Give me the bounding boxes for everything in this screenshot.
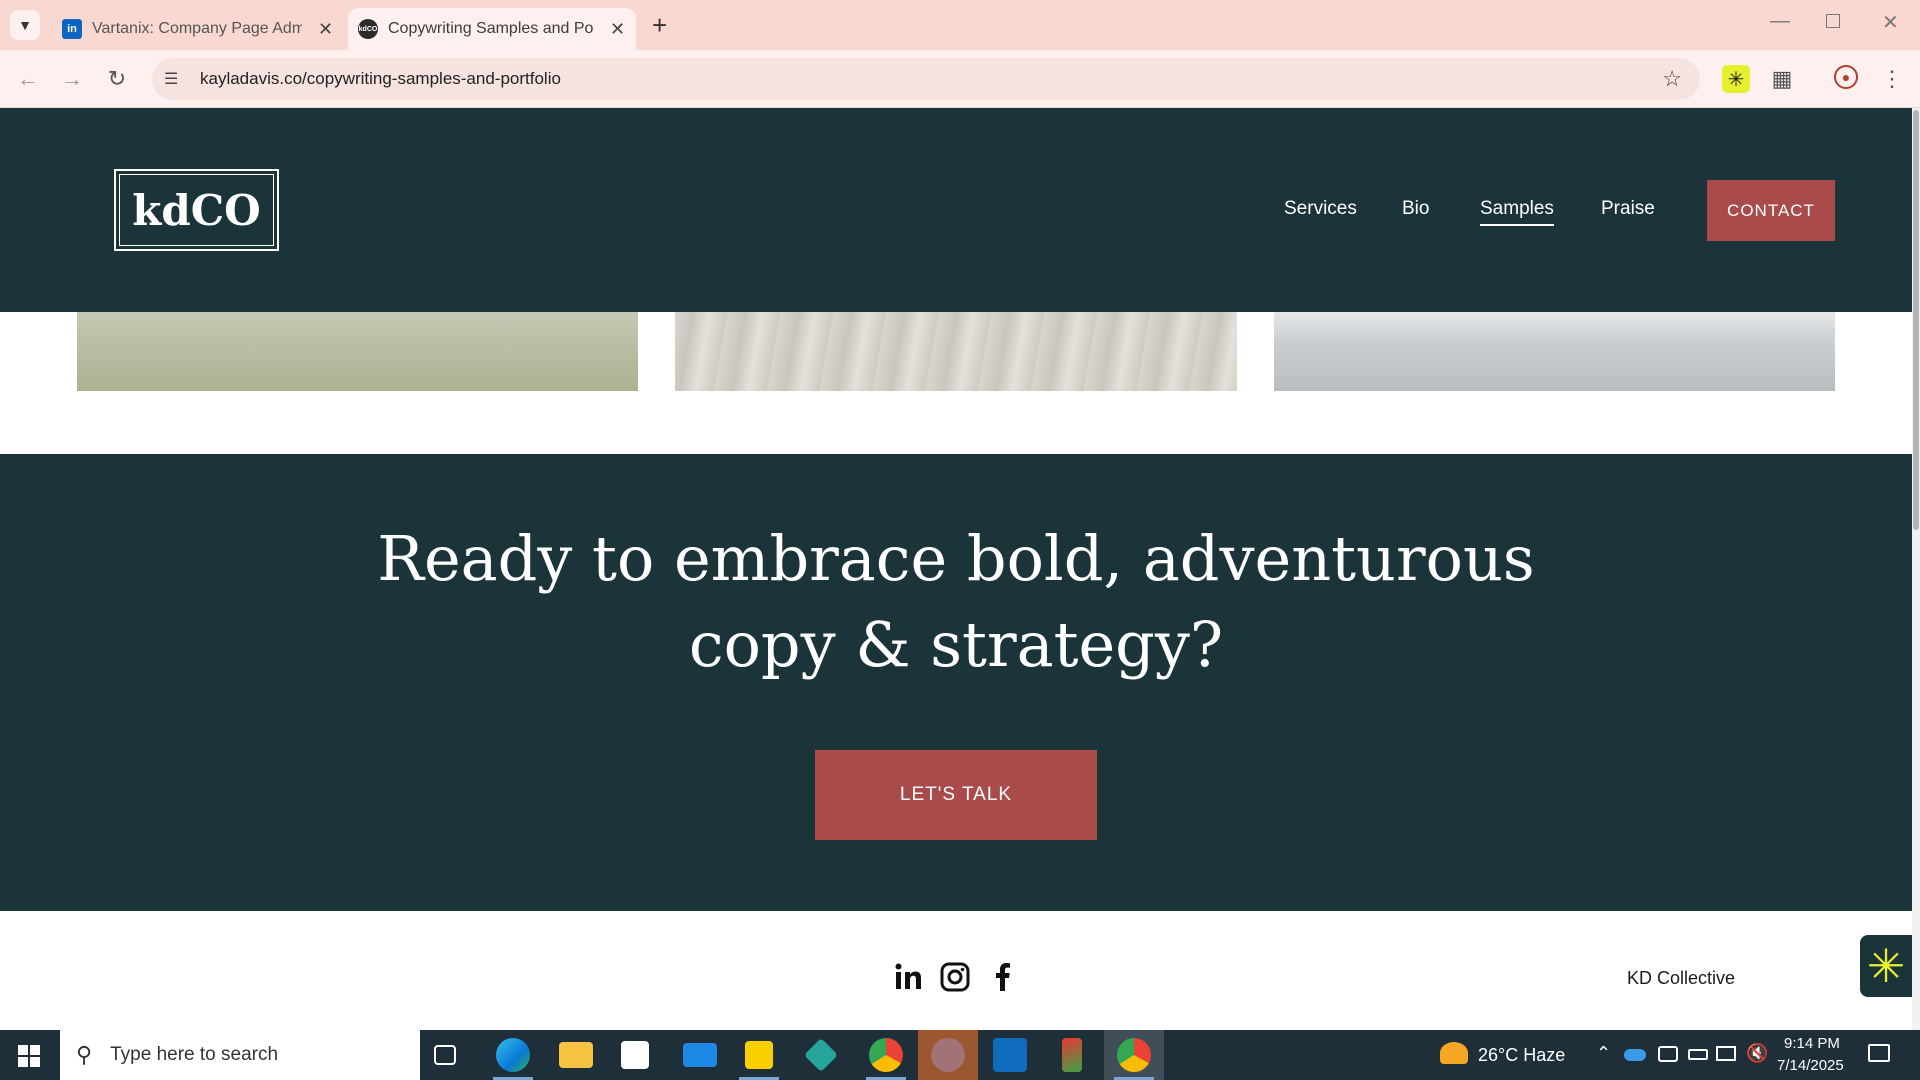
sample-image-forest[interactable] xyxy=(1274,312,1835,391)
forward-icon[interactable]: → xyxy=(58,65,86,93)
site-footer: KD Collective xyxy=(0,911,1912,1030)
weather-text[interactable]: 26°C Haze xyxy=(1478,1045,1565,1066)
microsoft-store-icon[interactable] xyxy=(621,1041,649,1069)
search-icon: ⚲ xyxy=(76,1042,93,1067)
web-page: kdCO Services Bio Samples Praise CONTACT… xyxy=(0,108,1912,1030)
app-diamond-icon[interactable] xyxy=(804,1038,838,1072)
address-bar[interactable]: ☰ kayladavis.co/copywriting-samples-and-… xyxy=(152,58,1700,100)
onedrive-icon[interactable] xyxy=(1624,1049,1646,1061)
cta-heading-line: copy & strategy? xyxy=(688,608,1224,681)
close-window-button[interactable]: ✕ xyxy=(1882,10,1899,35)
clock-date[interactable]: 7/14/2025 xyxy=(1777,1057,1844,1074)
instagram-icon[interactable] xyxy=(939,961,971,993)
app-highlight xyxy=(918,1030,978,1080)
site-settings-icon[interactable]: ☰ xyxy=(164,69,186,89)
display-icon[interactable] xyxy=(1716,1046,1736,1061)
chrome-profile-icon[interactable] xyxy=(1117,1038,1151,1072)
tab-linkedin[interactable]: in Vartanix: Company Page Admin ✕ xyxy=(52,8,342,50)
minimize-button[interactable]: — xyxy=(1770,10,1790,33)
back-icon[interactable]: ← xyxy=(14,65,42,93)
reload-icon[interactable]: ↻ xyxy=(103,65,131,93)
footer-brand: KD Collective xyxy=(1627,968,1736,988)
menu-icon[interactable]: ⋮ xyxy=(1878,65,1906,93)
contact-button[interactable]: CONTACT xyxy=(1707,180,1835,241)
cta-heading: Ready to embrace bold, adventurous copy … xyxy=(0,516,1912,688)
tab-search-button[interactable]: ▼ xyxy=(10,10,40,40)
nav-praise[interactable]: Praise xyxy=(1601,198,1655,220)
volume-muted-icon[interactable]: 🔇 xyxy=(1746,1043,1768,1064)
tab-portfolio[interactable]: kdCO Copywriting Samples and Portfolio ✕ xyxy=(348,8,636,50)
edge-icon[interactable] xyxy=(496,1038,530,1072)
battery-icon[interactable] xyxy=(1688,1049,1708,1060)
restore-button[interactable] xyxy=(1826,14,1840,28)
close-icon[interactable]: ✕ xyxy=(318,19,333,40)
tab-title: Vartanix: Company Page Admin xyxy=(92,20,302,37)
chrome-icon[interactable] xyxy=(869,1038,903,1072)
file-explorer-icon[interactable] xyxy=(559,1042,593,1068)
nav-services[interactable]: Services xyxy=(1284,198,1357,220)
chevron-up-icon[interactable]: ⌃ xyxy=(1596,1043,1611,1064)
bookmark-star-icon[interactable]: ☆ xyxy=(1662,66,1682,92)
close-icon[interactable]: ✕ xyxy=(610,19,625,40)
site-header: kdCO Services Bio Samples Praise CONTACT xyxy=(0,108,1912,312)
nav-samples[interactable]: Samples xyxy=(1480,198,1554,226)
page-scrollbar[interactable] xyxy=(1912,108,1920,1030)
windows-start-icon[interactable] xyxy=(18,1045,40,1067)
search-placeholder: Type here to search xyxy=(110,1044,279,1065)
app-quill-icon[interactable] xyxy=(1062,1038,1082,1072)
linkedin-icon: in xyxy=(62,19,82,39)
notifications-icon[interactable] xyxy=(1868,1044,1890,1062)
tab-title: Copywriting Samples and Portfolio xyxy=(388,20,594,37)
clock-time[interactable]: 9:14 PM xyxy=(1784,1035,1840,1052)
mail-icon[interactable] xyxy=(683,1043,717,1067)
kdco-icon: kdCO xyxy=(358,19,378,39)
site-logo[interactable]: kdCO xyxy=(114,169,279,251)
weather-icon[interactable] xyxy=(1440,1042,1468,1064)
cta-heading-line: Ready to embrace bold, adventurous xyxy=(377,522,1535,595)
taskbar-search-box[interactable]: ⚲ Type here to search xyxy=(60,1030,420,1080)
extensions-puzzle-icon[interactable]: ▦ xyxy=(1768,65,1796,93)
browser-tab-bar: ▼ in Vartanix: Company Page Admin ✕ kdCO… xyxy=(0,0,1920,50)
windows-taskbar: ⚲ Type here to search 26°C Haze ⌃ 🔇 9:14… xyxy=(0,1030,1920,1080)
url-text: kayladavis.co/copywriting-samples-and-po… xyxy=(200,69,561,88)
scrollbar-thumb[interactable] xyxy=(1913,110,1919,530)
outlook-icon[interactable] xyxy=(993,1038,1027,1072)
lets-talk-button[interactable]: LET'S TALK xyxy=(815,750,1097,840)
task-view-icon[interactable] xyxy=(434,1045,456,1065)
browser-toolbar: ← → ↻ ☰ kayladavis.co/copywriting-sample… xyxy=(0,50,1920,108)
facebook-icon[interactable] xyxy=(987,961,1019,993)
extension-asterisk-icon[interactable]: ✳ xyxy=(1722,65,1750,93)
sample-image-grass[interactable] xyxy=(77,312,638,391)
network-icon[interactable] xyxy=(1658,1046,1678,1062)
linkedin-icon[interactable] xyxy=(893,961,925,993)
cta-section: Ready to embrace bold, adventurous copy … xyxy=(0,454,1912,911)
sample-image-rocks[interactable] xyxy=(675,312,1237,391)
sticky-notes-icon[interactable] xyxy=(745,1041,773,1069)
floating-assistant-widget[interactable]: ✳ xyxy=(1860,935,1912,997)
nav-bio[interactable]: Bio xyxy=(1402,198,1429,220)
new-tab-button[interactable]: + xyxy=(652,10,667,41)
profile-icon[interactable]: ● xyxy=(1834,65,1858,89)
asterisk-icon: ✳ xyxy=(1866,940,1906,992)
